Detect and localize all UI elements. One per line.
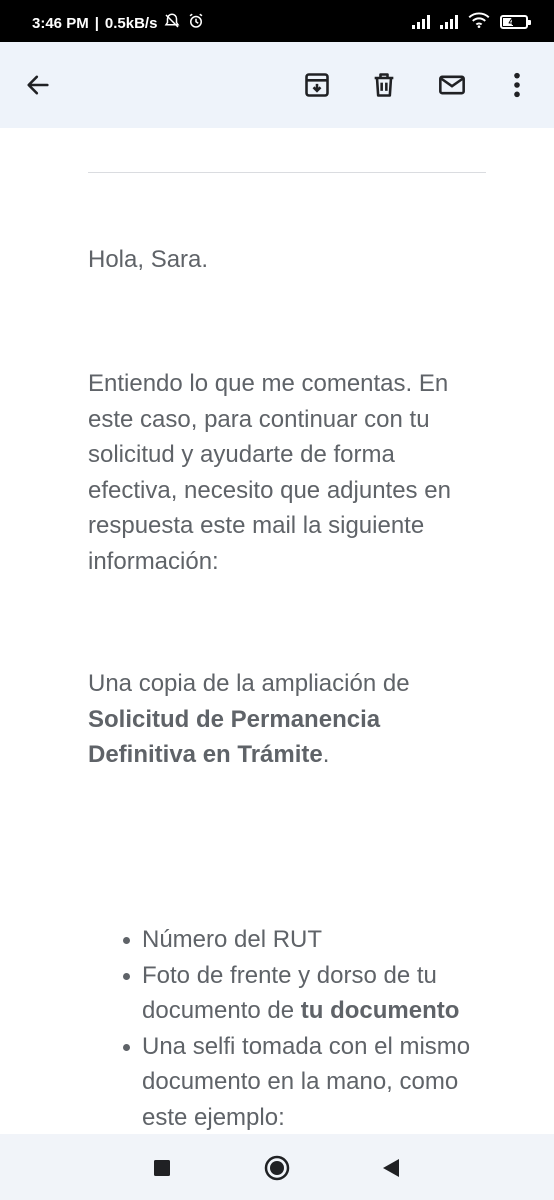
- home-circle-icon[interactable]: [263, 1154, 291, 1182]
- request-suffix: .: [322, 741, 330, 768]
- status-bar: 3:46 PM | 0.5kB/s 41: [0, 0, 554, 42]
- request-prefix: Una copia de la ampliación de: [88, 670, 410, 697]
- status-separator: |: [94, 14, 99, 32]
- battery-level: 41: [508, 16, 520, 28]
- battery-icon: 41: [500, 15, 531, 29]
- status-right: 41: [412, 12, 531, 32]
- requirements-list: Número del RUT Foto de frente y dorso de…: [120, 922, 490, 1134]
- list-item-rut: Número del RUT: [142, 926, 323, 953]
- list-item-photo-bold: tu documento: [300, 997, 460, 1024]
- list-item-selfie: Una selfi tomada con el mismo documento …: [142, 1032, 471, 1131]
- request-paragraph: Una copia de la ampliación de Solicitud …: [88, 666, 488, 773]
- email-body: Hola, Sara. Entiendo lo que me comentas.…: [0, 128, 554, 1134]
- quote-divider: [88, 172, 486, 173]
- system-nav-bar: [0, 1134, 554, 1200]
- archive-icon[interactable]: [299, 67, 335, 103]
- mail-icon[interactable]: [434, 67, 470, 103]
- body-paragraph: Entiendo lo que me comentas. En este cas…: [88, 370, 451, 575]
- back-triangle-icon[interactable]: [377, 1154, 405, 1182]
- request-bold-text: Solicitud de Permanencia Definitiva en T…: [88, 705, 381, 769]
- list-item: Una selfi tomada con el mismo documento …: [120, 1029, 490, 1135]
- status-time: 3:46 PM: [32, 14, 89, 32]
- more-vert-icon[interactable]: [499, 67, 535, 103]
- recents-square-icon[interactable]: [148, 1154, 176, 1182]
- list-item: Foto de frente y dorso de tu documento d…: [120, 958, 490, 1029]
- list-item: Número del RUT: [120, 922, 490, 958]
- signal-icon-2: [440, 15, 458, 29]
- email-toolbar: [0, 42, 554, 128]
- delete-icon[interactable]: [366, 67, 402, 103]
- back-arrow-icon[interactable]: [20, 67, 56, 103]
- wifi-icon: [468, 12, 490, 32]
- status-net-speed: 0.5kB/s: [104, 14, 158, 32]
- alarm-icon: [187, 12, 205, 34]
- status-left: 3:46 PM | 0.5kB/s: [32, 12, 205, 34]
- signal-icon: [412, 15, 430, 29]
- greeting: Hola, Sara.: [88, 246, 209, 273]
- muted-bell-icon: [163, 12, 181, 34]
